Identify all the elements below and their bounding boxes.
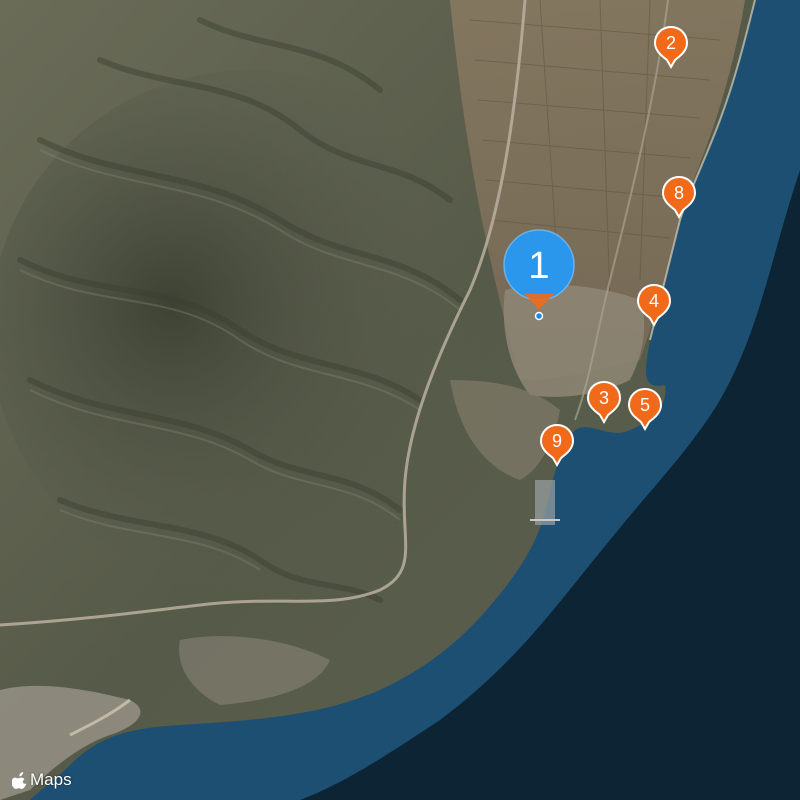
map-pin-4[interactable]: 4: [636, 283, 672, 329]
map-pin-5[interactable]: 5: [627, 387, 663, 433]
pin-label: 2: [665, 33, 676, 53]
map-pin-2[interactable]: 2: [653, 25, 689, 71]
maps-attribution[interactable]: Maps: [12, 770, 72, 790]
pin-label: 9: [551, 431, 562, 451]
pin-label: 4: [648, 291, 659, 311]
pin-label: 8: [673, 183, 684, 203]
pin-label: 3: [598, 388, 609, 408]
attribution-text: Maps: [30, 770, 72, 789]
map-pin-9[interactable]: 9: [539, 423, 575, 469]
map-pin-8[interactable]: 8: [661, 175, 697, 221]
satellite-imagery: [0, 0, 800, 800]
map-pin-1[interactable]: 1: [500, 229, 578, 321]
apple-logo-icon: [12, 772, 27, 789]
pin-label: 5: [639, 395, 650, 415]
map-view[interactable]: 1 2 8 4 3 5 9 Maps: [0, 0, 800, 800]
pin-label: 1: [528, 245, 550, 287]
map-pin-3[interactable]: 3: [586, 380, 622, 426]
